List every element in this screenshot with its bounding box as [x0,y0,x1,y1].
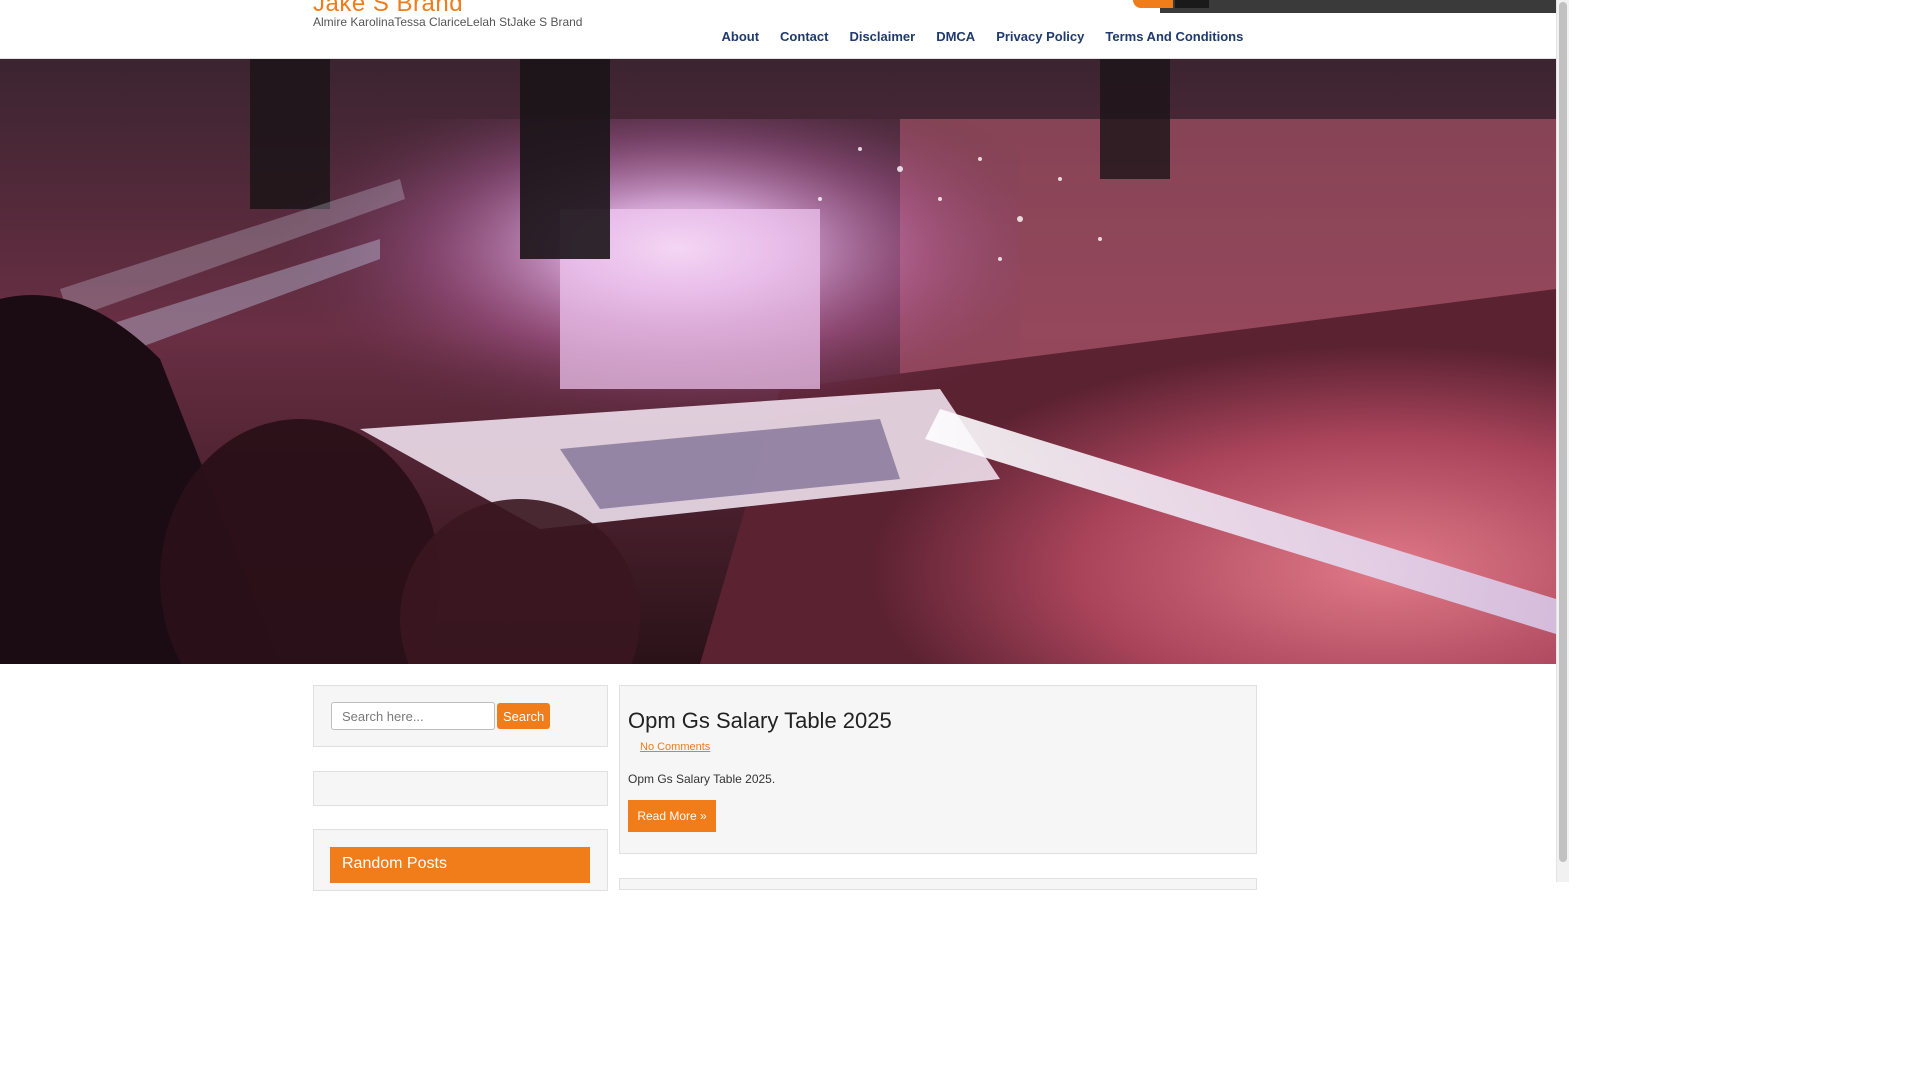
hero-banner [0,59,1556,664]
top-bar-tab-orange[interactable] [1133,0,1173,8]
post-excerpt: Opm Gs Salary Table 2025. [628,772,776,786]
nav-item-disclaimer[interactable]: Disclaimer [839,28,926,45]
nav-item-terms-and-conditions[interactable]: Terms And Conditions [1095,28,1254,45]
search-button[interactable]: Search [497,703,550,729]
nav-item-dmca[interactable]: DMCA [926,28,986,45]
search-widget: Search [313,685,608,747]
top-bar-tab-dark[interactable] [1175,0,1209,8]
site-tagline: Almire KarolinaTessa ClariceLelah StJake… [313,15,583,29]
page-scrollbar[interactable] [1556,0,1569,882]
post-comments-link[interactable]: No Comments [640,741,710,753]
random-posts-widget: Random Posts [313,829,608,891]
concert-arena-photo-icon [0,59,1556,664]
nav-item-contact[interactable]: Contact [770,28,839,45]
empty-widget [313,771,608,806]
search-input[interactable] [331,702,495,730]
scrollbar-thumb[interactable] [1559,2,1567,862]
nav-item-about[interactable]: About [711,28,770,45]
nav-item-privacy-policy[interactable]: Privacy Policy [986,28,1095,45]
post-card: Opm Gs Salary Table 2025 No Comments Opm… [619,685,1257,854]
random-posts-title: Random Posts [330,847,590,883]
read-more-button[interactable]: Read More » [628,800,716,832]
post-title[interactable]: Opm Gs Salary Table 2025 [628,708,892,734]
top-bar [1160,0,1556,13]
post-card-next [619,878,1257,890]
main-nav: About Contact Disclaimer DMCA Privacy Po… [711,28,1254,45]
